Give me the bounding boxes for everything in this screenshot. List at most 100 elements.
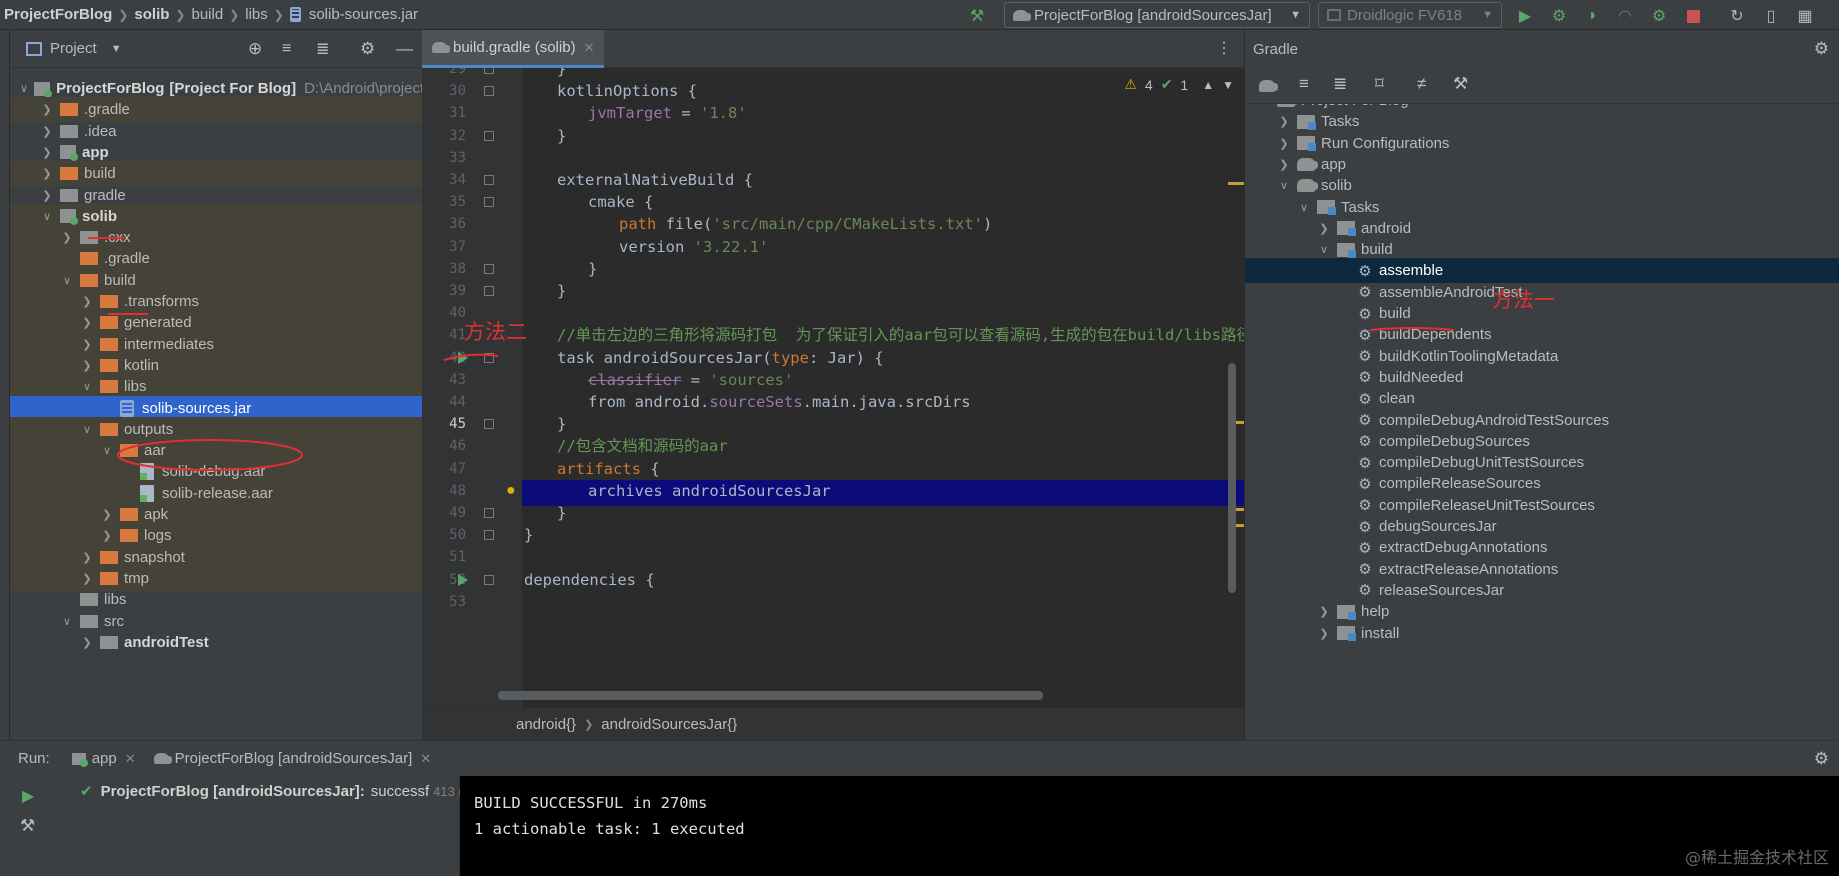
fold-marker-icon[interactable] [484,86,494,97]
chevron-down-icon[interactable]: ∨ [1277,179,1291,192]
fold-marker-icon[interactable] [484,574,494,585]
sync-gradle-icon[interactable]: ↻ [1726,5,1748,27]
collapse-all-icon[interactable]: ≣ [1333,74,1347,94]
device-select[interactable]: Droidlogic FV618 ▼ [1318,2,1502,28]
build-result-row[interactable]: ✔ ProjectForBlog [androidSourcesJar]: su… [80,782,476,801]
profile-icon[interactable]: ◠ [1614,5,1636,27]
breadcrumb-project[interactable]: ProjectForBlog [0,6,116,23]
stop-icon[interactable] [1682,5,1704,27]
code-editor[interactable]: 29 30 31 32 33 34 35 36 37 38 39 40 41 42 43 44 45 46 47 48… [422,68,1244,708]
chevron-right-icon[interactable]: ❯ [1317,605,1331,618]
chevron-down-icon[interactable]: ∨ [1257,104,1271,107]
chevron-down-icon[interactable]: ∨ [40,210,54,223]
wrench-icon[interactable]: ⚒ [20,816,35,836]
console-output[interactable]: BUILD SUCCESSFUL in 270ms 1 actionable t… [460,776,1839,876]
fold-marker-icon[interactable] [484,419,494,430]
inspection-widget[interactable]: ⚠ 4 ✔ 1 ▲ ▼ [1124,76,1234,93]
breadcrumb-folder-build[interactable]: build [187,6,227,23]
chevron-right-icon[interactable]: ❯ [80,572,94,585]
fold-marker-icon[interactable] [484,286,494,296]
chevron-right-icon[interactable]: ❯ [1277,115,1291,128]
lightbulb-icon[interactable]: ● [506,482,516,500]
chevron-up-icon[interactable]: ▲ [1202,78,1214,92]
close-icon[interactable]: ✕ [584,40,595,56]
chevron-right-icon[interactable]: ❯ [100,529,114,542]
reload-gradle-icon[interactable] [1259,80,1278,92]
chevron-right-icon[interactable]: ❯ [40,125,54,138]
vertical-scrollbar[interactable] [1228,363,1236,593]
build-settings-icon[interactable]: ⚒ [1453,74,1468,94]
chevron-down-icon[interactable]: ▼ [111,43,122,55]
sdk-manager-icon[interactable]: ▦ [1794,5,1816,27]
chevron-right-icon[interactable]: ❯ [40,189,54,202]
execute-task-icon[interactable]: ⌑ [1375,74,1384,94]
chevron-right-icon[interactable]: ❯ [1277,158,1291,171]
fold-marker-icon[interactable] [484,530,494,541]
coverage-icon[interactable]: ◑ [1580,5,1602,27]
chevron-right-icon[interactable]: ❯ [80,359,94,372]
task-folder-icon [1337,604,1356,620]
more-options-icon[interactable]: ⋮ [1216,38,1232,58]
chevron-down-icon[interactable]: ∨ [80,423,94,436]
close-icon[interactable]: ✕ [420,751,431,767]
chevron-down-icon[interactable]: ∨ [60,274,74,287]
breadcrumb-folder-libs[interactable]: libs [241,6,272,23]
chevron-down-icon[interactable]: ∨ [1317,243,1331,256]
chevron-right-icon[interactable]: ❯ [60,231,74,244]
toggle-offline-icon[interactable]: ≠ [1417,74,1426,94]
gear-icon[interactable]: ⚙ [360,39,375,59]
chevron-down-icon[interactable]: ∨ [1297,201,1311,214]
chevron-down-icon[interactable]: ∨ [80,380,94,393]
device-manager-icon[interactable]: ▯ [1760,5,1782,27]
fold-marker-icon[interactable] [484,175,494,185]
fold-marker-icon[interactable] [484,130,494,141]
chevron-right-icon[interactable]: ❯ [100,508,114,521]
fold-marker-icon[interactable] [484,508,494,518]
chevron-down-icon[interactable]: ∨ [100,444,114,457]
minimize-icon[interactable]: — [396,39,413,59]
gear-icon[interactable]: ⚙ [1814,39,1829,59]
chevron-right-icon[interactable]: ❯ [80,295,94,308]
chevron-right-icon[interactable]: ❯ [80,551,94,564]
breadcrumb-android[interactable]: android{} [516,716,576,733]
locate-icon[interactable]: ⊕ [248,39,262,59]
breadcrumb-file[interactable]: solib-sources.jar [305,6,422,23]
expand-all-icon[interactable]: ≡ [282,40,291,58]
breadcrumb-module[interactable]: solib [130,6,173,23]
tree-item[interactable]: ❯ androidTest [10,630,422,655]
debug-icon[interactable]: ⚙ [1548,5,1570,27]
chevron-right-icon[interactable]: ❯ [40,103,54,116]
horizontal-scrollbar[interactable] [498,691,1043,700]
task-folder-icon [1297,136,1316,152]
chevron-right-icon[interactable]: ❯ [1317,627,1331,640]
chevron-right-icon[interactable]: ❯ [80,316,94,329]
chevron-right-icon[interactable]: ❯ [40,167,54,180]
fold-marker-icon[interactable] [484,197,494,208]
chevron-right-icon[interactable]: ❯ [80,636,94,649]
run-icon[interactable]: ▶ [1514,5,1536,27]
close-icon[interactable]: ✕ [125,751,136,767]
breadcrumb-task[interactable]: androidSourcesJar{} [601,716,737,733]
collapse-all-icon[interactable]: ≣ [316,39,329,59]
run-gutter-icon[interactable] [458,573,468,586]
chevron-down-icon[interactable]: ∨ [20,82,28,95]
chevron-right-icon[interactable]: ❯ [40,146,54,159]
attach-debugger-icon[interactable]: ⚙ [1648,5,1670,27]
fold-marker-icon[interactable] [484,68,494,74]
run-configuration-select[interactable]: ProjectForBlog [androidSourcesJar] ▼ [1004,2,1310,28]
editor-tab[interactable]: build.gradle (solib) ✕ [422,30,605,68]
project-panel-title[interactable]: Project [50,40,97,57]
gear-icon[interactable]: ⚙ [1814,749,1829,769]
chevron-right-icon[interactable]: ❯ [1277,137,1291,150]
gradle-tree-item[interactable]: ❯ install [1245,621,1839,646]
chevron-right-icon[interactable]: ❯ [80,338,94,351]
fold-marker-icon[interactable] [484,263,494,274]
rerun-icon[interactable]: ▶ [22,786,34,806]
run-tab-app[interactable]: app [92,750,117,767]
run-tab-task[interactable]: ProjectForBlog [androidSourcesJar] [175,750,413,767]
chevron-right-icon[interactable]: ❯ [1317,222,1331,235]
chevron-down-icon[interactable]: ∨ [60,615,74,628]
chevron-down-icon[interactable]: ▼ [1222,78,1234,92]
hammer-icon[interactable]: ⚒ [966,5,988,27]
expand-all-icon[interactable]: ≡ [1299,74,1309,94]
